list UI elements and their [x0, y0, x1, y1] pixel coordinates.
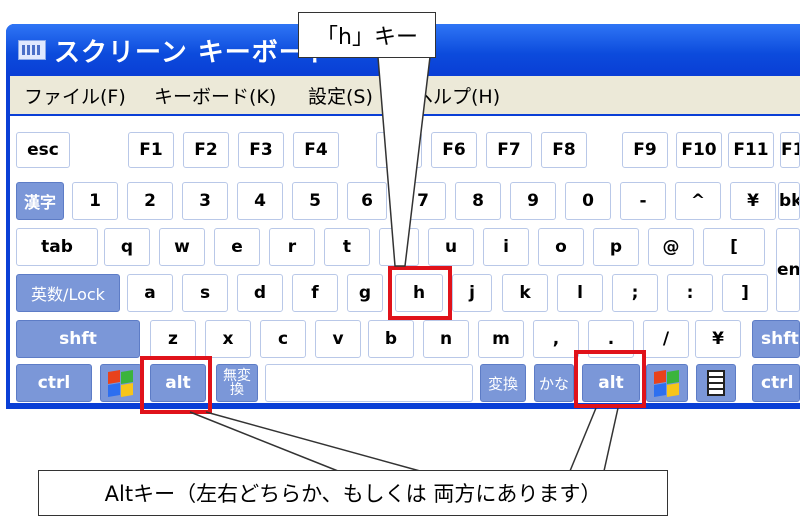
callout-alt-key: Altキー（左右どちらか、もしくは 両方にあります） [38, 470, 668, 516]
callout-h-key: 「h」キー [298, 12, 436, 58]
callout-pointers [189, 56, 619, 472]
